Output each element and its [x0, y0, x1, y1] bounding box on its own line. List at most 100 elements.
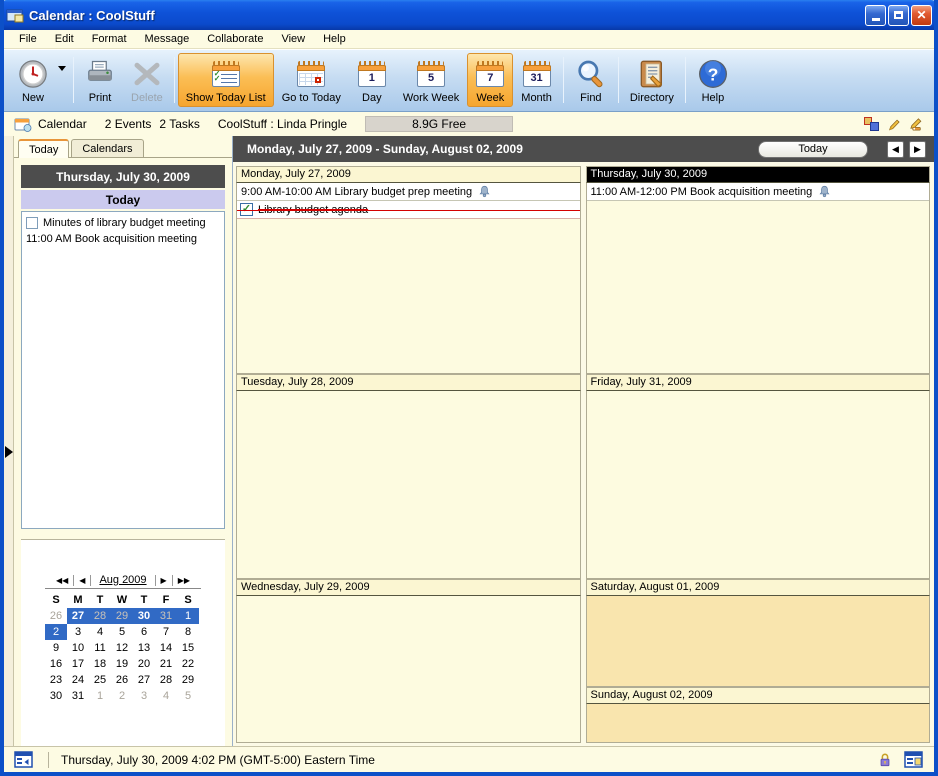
menu-view[interactable]: View — [272, 31, 314, 47]
mini-calendar-day[interactable]: 6 — [133, 624, 155, 640]
mini-calendar-day[interactable]: 23 — [45, 672, 67, 688]
event-book-acquisition[interactable]: 11:00 AM-12:00 PM Book acquisition meeti… — [587, 183, 930, 201]
mini-calendar-day[interactable]: 4 — [155, 688, 177, 704]
mini-calendar-day[interactable]: 2 — [45, 624, 67, 640]
mini-calendar-day[interactable]: 13 — [133, 640, 155, 656]
list-item[interactable]: 11:00 AM Book acquisition meeting — [24, 231, 222, 247]
toolbar-separator — [174, 57, 175, 103]
task-checkbox[interactable] — [26, 217, 38, 229]
day-view-button[interactable]: 1 Day — [349, 53, 395, 107]
event-library-budget-prep[interactable]: 9:00 AM-10:00 AM Library budget prep mee… — [237, 183, 580, 201]
mini-calendar-day[interactable]: 20 — [133, 656, 155, 672]
linked-items-icon[interactable] — [864, 117, 879, 131]
mini-calendar-day[interactable]: 19 — [111, 656, 133, 672]
mini-calendar-day[interactable]: 22 — [177, 656, 199, 672]
minimize-button[interactable] — [865, 5, 886, 26]
next-week-button[interactable]: ▶ — [909, 141, 926, 158]
mini-calendar-day[interactable]: 30 — [133, 608, 155, 624]
mini-calendar-day[interactable]: 25 — [89, 672, 111, 688]
maximize-button[interactable] — [888, 5, 909, 26]
mini-calendar-day[interactable]: 26 — [111, 672, 133, 688]
mini-calendar-day[interactable]: 11 — [89, 640, 111, 656]
directory-button[interactable]: Directory — [622, 53, 682, 107]
task-item-text[interactable]: Minutes of library budget meeting — [43, 217, 206, 229]
menu-edit[interactable]: Edit — [46, 31, 83, 47]
mini-calendar-day[interactable]: 31 — [67, 688, 89, 704]
mini-calendar-day[interactable]: 1 — [177, 608, 199, 624]
new-button[interactable]: New — [10, 53, 56, 107]
mini-calendar-day[interactable]: 15 — [177, 640, 199, 656]
menu-format[interactable]: Format — [83, 31, 136, 47]
list-item[interactable]: Minutes of library budget meeting — [24, 215, 222, 231]
mini-calendar-day[interactable]: 10 — [67, 640, 89, 656]
mini-calendar-day[interactable]: 31 — [155, 608, 177, 624]
day-cell-saturday[interactable]: Saturday, August 01, 2009 — [586, 579, 931, 687]
week-range-text: Monday, July 27, 2009 - Sunday, August 0… — [247, 142, 758, 156]
menu-collaborate[interactable]: Collaborate — [198, 31, 272, 47]
work-week-view-button[interactable]: 5 Work Week — [395, 53, 467, 107]
mini-calendar-day[interactable]: 18 — [89, 656, 111, 672]
mini-calendar-day[interactable]: 27 — [67, 608, 89, 624]
day-cell-tuesday[interactable]: Tuesday, July 28, 2009 — [236, 374, 581, 579]
show-today-list-button[interactable]: ✓✓ Show Today List — [178, 53, 274, 107]
mini-calendar-day[interactable]: 9 — [45, 640, 67, 656]
week-view-button[interactable]: 7 Week — [467, 53, 513, 107]
mini-calendar-day[interactable]: 8 — [177, 624, 199, 640]
mini-calendar-day[interactable]: 5 — [111, 624, 133, 640]
mini-calendar-day[interactable]: 14 — [155, 640, 177, 656]
mini-calendar-day[interactable]: 28 — [155, 672, 177, 688]
next-year-icon[interactable]: ▶▶ — [175, 576, 193, 585]
prev-year-icon[interactable]: ◀◀ — [53, 576, 71, 585]
edit-pencil-icon[interactable] — [887, 117, 901, 132]
day-cell-monday[interactable]: Monday, July 27, 2009 9:00 AM-10:00 AM L… — [236, 166, 581, 374]
print-button[interactable]: Print — [77, 53, 123, 107]
tab-today[interactable]: Today — [18, 139, 69, 158]
month-view-button[interactable]: 31 Month — [513, 53, 560, 107]
day-cell-thursday[interactable]: Thursday, July 30, 2009 11:00 AM-12:00 P… — [586, 166, 931, 374]
mini-calendar-day[interactable]: 26 — [45, 608, 67, 624]
info-app-label[interactable]: Calendar — [38, 117, 87, 131]
mini-calendar-month-label[interactable]: Aug 2009 — [93, 574, 152, 586]
signature-key-icon[interactable] — [909, 117, 926, 132]
go-to-today-button[interactable]: Go to Today — [274, 53, 349, 107]
mini-calendar-day[interactable]: 3 — [67, 624, 89, 640]
next-month-icon[interactable]: ▶ — [158, 576, 170, 585]
mini-calendar-day[interactable]: 1 — [89, 688, 111, 704]
event-item-text[interactable]: 11:00 AM Book acquisition meeting — [26, 233, 197, 245]
menu-message[interactable]: Message — [136, 31, 199, 47]
mini-calendar-day[interactable]: 29 — [111, 608, 133, 624]
day-cell-wednesday[interactable]: Wednesday, July 29, 2009 — [236, 579, 581, 743]
close-button[interactable]: ✕ — [911, 5, 932, 26]
mini-calendar-day[interactable]: 21 — [155, 656, 177, 672]
mini-calendar-day[interactable]: 17 — [67, 656, 89, 672]
tab-calendars[interactable]: Calendars — [71, 139, 143, 157]
mini-calendar-day[interactable]: 27 — [133, 672, 155, 688]
day-cell-sunday[interactable]: Sunday, August 02, 2009 — [586, 687, 931, 743]
new-dropdown-arrow[interactable] — [58, 66, 66, 71]
mini-calendar-day[interactable]: 3 — [133, 688, 155, 704]
mini-calendar-day[interactable]: 16 — [45, 656, 67, 672]
panel-toggle-icon[interactable] — [14, 751, 34, 768]
mini-calendar-day[interactable]: 30 — [45, 688, 67, 704]
window-layout-icon[interactable] — [904, 751, 924, 768]
day-cell-friday[interactable]: Friday, July 31, 2009 — [586, 374, 931, 579]
mini-calendar-day[interactable]: 4 — [89, 624, 111, 640]
mini-calendar-day[interactable]: 5 — [177, 688, 199, 704]
mini-calendar-day[interactable]: 7 — [155, 624, 177, 640]
menu-help[interactable]: Help — [314, 31, 355, 47]
mini-calendar-day[interactable]: 12 — [111, 640, 133, 656]
previous-week-button[interactable]: ◀ — [887, 141, 904, 158]
mini-calendar-day[interactable]: 29 — [177, 672, 199, 688]
prev-month-icon[interactable]: ◀ — [76, 576, 88, 585]
task-library-budget-agenda[interactable]: ✓ Library budget agenda — [237, 201, 580, 219]
mini-calendar-day[interactable]: 24 — [67, 672, 89, 688]
sidebar-collapse-strip[interactable] — [4, 136, 14, 746]
menu-file[interactable]: File — [10, 31, 46, 47]
mini-calendar-day[interactable]: 28 — [89, 608, 111, 624]
help-button[interactable]: ? Help — [689, 53, 737, 107]
find-button[interactable]: Find — [567, 53, 615, 107]
today-button[interactable]: Today — [758, 141, 868, 158]
expand-arrow-icon[interactable] — [5, 446, 13, 458]
mini-calendar-day[interactable]: 2 — [111, 688, 133, 704]
go-to-today-label: Go to Today — [282, 92, 341, 104]
